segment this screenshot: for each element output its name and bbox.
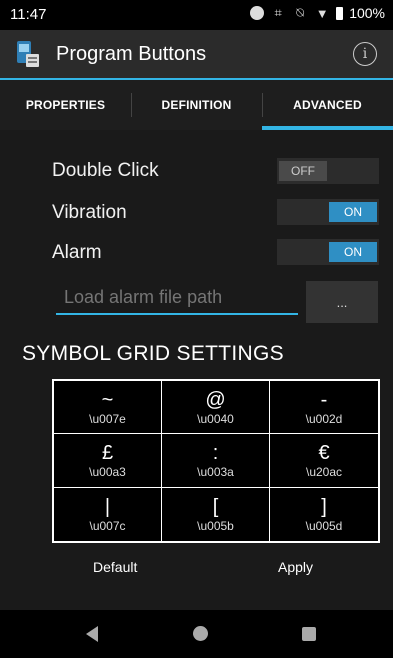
scanner-icon: ⌗ (274, 5, 282, 20)
symbol-char: ~ (101, 388, 114, 411)
alarm-off-icon: ⍉ (296, 5, 305, 20)
symbol-grid-title: SYMBOL GRID SETTINGS (22, 342, 284, 365)
symbol-char: [ (212, 495, 219, 518)
apply-button[interactable]: Apply (272, 558, 319, 576)
vibration-state: ON (329, 202, 377, 222)
tab-advanced[interactable]: ADVANCED (262, 80, 393, 130)
double-click-toggle[interactable]: OFF (277, 158, 379, 184)
symbol-code: \u00a3 (89, 464, 126, 479)
browse-button[interactable]: ... (306, 281, 378, 323)
symbol-char: | (104, 495, 111, 518)
advanced-panel: Double Click OFF Vibration ON Alarm ON .… (0, 130, 393, 610)
symbol-cell[interactable]: : \u003a (162, 434, 270, 488)
symbol-char: € (318, 441, 330, 464)
symbol-code: \u007e (89, 411, 126, 426)
notification-dot-icon (250, 6, 265, 20)
double-click-label: Double Click (52, 160, 159, 181)
double-click-state: OFF (279, 161, 327, 181)
symbol-char: ] (321, 495, 327, 518)
symbol-char: : (212, 441, 219, 464)
symbol-cell[interactable]: £ \u00a3 (54, 434, 162, 488)
symbol-cell[interactable]: ~ \u007e (54, 381, 162, 435)
symbol-code: \u0040 (197, 411, 234, 426)
symbol-grid: ~ \u007e @ \u0040 - \u002d £ \u00a3 : \u003a … (52, 379, 380, 543)
recent-apps-icon[interactable] (302, 627, 316, 641)
symbol-cell[interactable]: - \u002d (270, 381, 378, 435)
symbol-code: \u002d (305, 411, 343, 426)
symbol-code: \u005b (197, 518, 234, 533)
default-button[interactable]: Default (87, 558, 143, 576)
alarm-file-path-input[interactable] (56, 281, 298, 315)
tab-bar: PROPERTIES DEFINITION ADVANCED (0, 80, 393, 130)
app-icon (17, 41, 39, 67)
tab-definition[interactable]: DEFINITION (131, 80, 262, 130)
status-time: 11:47 (10, 6, 47, 23)
symbol-cell[interactable]: [\u005b (162, 487, 270, 541)
system-nav-bar (0, 610, 393, 658)
vibration-toggle[interactable]: ON (277, 199, 379, 225)
back-icon[interactable] (86, 626, 98, 642)
home-icon[interactable] (193, 626, 208, 641)
battery-icon (336, 6, 344, 20)
symbol-code: \u003a (197, 464, 234, 479)
alarm-state: ON (329, 242, 377, 262)
symbol-cell[interactable]: ] \u005d (270, 488, 378, 541)
info-icon[interactable]: i (353, 42, 377, 66)
symbol-code: \u005d (305, 518, 343, 533)
tab-properties[interactable]: PROPERTIES (0, 80, 131, 130)
symbol-code: \u20ac (305, 464, 343, 479)
symbol-char: @ (205, 388, 226, 411)
symbol-cell[interactable]: € \u20ac (270, 434, 378, 488)
status-bar: 11:47 ⌗ ⍉ ▼ 100% (0, 0, 393, 30)
symbol-code: \u007c (89, 518, 126, 533)
symbol-char: - (320, 388, 328, 411)
symbol-char: £ (101, 441, 114, 464)
symbol-cell[interactable]: | \u007c (54, 487, 162, 541)
app-title: Program Buttons (56, 43, 207, 65)
alarm-label: Alarm (52, 242, 102, 263)
wifi-icon: ▼ (315, 5, 329, 21)
alarm-toggle[interactable]: ON (277, 239, 379, 265)
vibration-label: Vibration (52, 202, 127, 223)
app-bar: Program Buttons i (0, 30, 393, 78)
battery-level: 100% (349, 5, 385, 21)
status-icons: ⌗ ⍉ ▼ 100% (250, 5, 385, 21)
symbol-cell[interactable]: @ \u0040 (162, 381, 270, 435)
